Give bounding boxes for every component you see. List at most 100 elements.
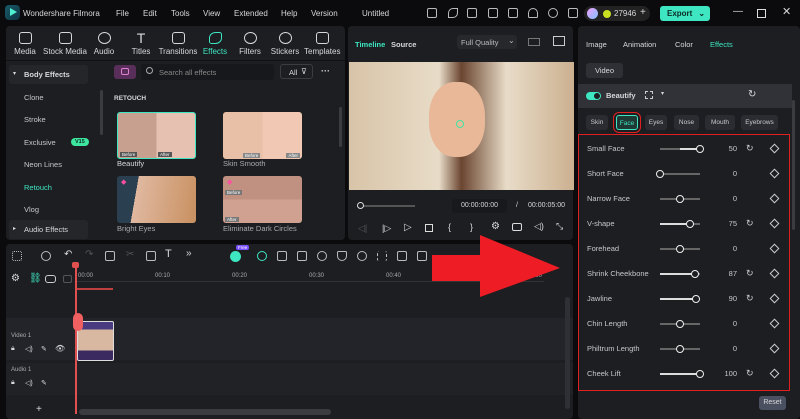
tool-media[interactable]: Media [10,32,40,56]
sidebar-item-vlog[interactable]: Vlog [24,205,39,214]
more-options-icon[interactable]: ··· [321,66,330,76]
slider-knob[interactable] [686,220,694,228]
slider-value[interactable]: 0 [733,194,737,203]
keyframe-diamond-icon[interactable] [769,168,780,179]
reset-button[interactable]: Reset [759,396,786,410]
ai-tool-icon[interactable] [257,251,267,261]
tool-effects[interactable]: Effects [202,32,228,56]
slider-value[interactable]: 0 [733,169,737,178]
tool-templates[interactable]: Templates [304,32,340,56]
playhead[interactable] [75,264,77,414]
sidebar-item-exclusive[interactable]: Exclusive [24,138,56,147]
sidebar-item-stroke[interactable]: Stroke [24,115,46,124]
track-visibility-icon[interactable]: 👁︎ [55,344,65,353]
track-lock-icon[interactable]: 🔒︎ [11,379,15,387]
slider-value[interactable]: 100 [724,369,737,378]
camera-icon[interactable] [512,223,522,231]
save-icon[interactable] [508,8,518,18]
keyframe-diamond-icon[interactable] [769,268,780,279]
slider-knob[interactable] [690,270,699,278]
menu-extended[interactable]: Extended [234,9,268,18]
sidebar-item-neon-lines[interactable]: Neon Lines [24,160,62,169]
settings-gear-icon[interactable]: ⚙ [491,221,500,232]
slider-track[interactable] [660,195,700,203]
scrubber-knob[interactable] [357,202,364,209]
monitor-icon[interactable] [488,8,498,18]
sidebar-scrollbar[interactable] [100,90,103,135]
slider-track[interactable] [656,170,700,178]
store-button[interactable] [114,65,136,79]
tool-stickers[interactable]: Stickers [270,32,300,56]
sidebar-item-retouch[interactable]: Retouch [24,183,52,192]
effect-card-skin-smooth[interactable]: Before After [223,112,302,159]
reset-icon[interactable]: ↻ [746,368,754,379]
tab-source[interactable]: Source [391,40,416,49]
tool-filters[interactable]: Filters [238,32,262,56]
close-icon[interactable]: ✕ [782,5,791,18]
undo-icon[interactable]: ↶ [64,249,72,260]
category-nose[interactable]: Nose [674,115,699,130]
playback-scrubber[interactable] [357,202,415,209]
subtab-video[interactable]: Video [586,63,623,78]
link-icon[interactable]: ⛓ [29,273,42,284]
filter-dropdown[interactable]: All ⊽ [280,64,313,79]
mark-out-icon[interactable]: } [470,222,473,232]
slider-value[interactable]: 87 [729,269,737,278]
video-preview[interactable] [349,62,574,190]
category-eyebrows[interactable]: Eyebrows [741,115,778,130]
slider-knob[interactable] [656,170,664,178]
minimize-icon[interactable]: — [733,6,743,17]
tab-color[interactable]: Color [675,40,693,49]
effect-card-bright-eyes[interactable]: ◆ [117,176,196,223]
vertical-scrollbar[interactable] [565,297,570,409]
slider-track[interactable] [660,145,704,153]
tool-transitions[interactable]: Transitions [158,32,198,56]
horizontal-scrollbar[interactable] [79,409,331,415]
stop-icon[interactable] [425,224,433,232]
inspector-scrollbar[interactable] [792,100,795,230]
redo-icon[interactable]: ↷ [85,249,93,260]
settings-gear-icon[interactable]: ⚙ [11,273,20,284]
prev-frame-icon[interactable]: ◁| [358,223,367,234]
slider-track[interactable] [660,295,700,303]
track-mute-icon[interactable]: ◁) [25,379,33,387]
crop-icon[interactable] [146,251,156,261]
tab-effects[interactable]: Effects [710,40,733,49]
category-mouth[interactable]: Mouth [705,115,735,130]
tab-animation[interactable]: Animation [623,40,656,49]
face-anchor-icon[interactable] [456,120,464,128]
group-body-effects[interactable]: ▾ Body Effects [9,65,88,84]
sidebar-item-clone[interactable]: Clone [24,93,44,102]
slider-value[interactable]: 0 [733,344,737,353]
tool-titles[interactable]: T Titles [128,31,154,56]
keyframe-diamond-icon[interactable] [769,293,780,304]
export-button[interactable]: Export ⌄ [660,6,710,21]
tab-timeline[interactable]: Timeline [355,40,385,49]
effect-toggle[interactable] [586,92,601,100]
play-icon[interactable]: ▷ [404,222,412,233]
menu-tools[interactable]: Tools [171,9,190,18]
track-effects-icon[interactable]: ✎ [41,379,47,387]
replace-clip-icon[interactable] [397,251,407,261]
credits-pill[interactable]: 27946 + [584,6,650,21]
select-tool-icon[interactable] [41,251,51,261]
search-input[interactable]: Search all effects [141,64,274,80]
slider-knob[interactable] [676,320,684,328]
track-mute-icon[interactable]: ◁) [25,345,33,353]
keyframe-diamond-icon[interactable] [769,368,780,379]
reset-icon[interactable]: ↻ [746,218,754,229]
add-track-icon[interactable] [45,275,56,283]
fit-icon[interactable] [417,251,427,261]
add-credits-icon[interactable]: + [640,7,646,18]
menu-version[interactable]: Version [311,9,338,18]
keyframe-diamond-icon[interactable] [769,343,780,354]
slider-value[interactable]: 75 [729,219,737,228]
slider-value[interactable]: 0 [733,319,737,328]
tab-image[interactable]: Image [586,40,607,49]
fullscreen-icon[interactable]: ⤡ [556,221,563,232]
browser-scrollbar[interactable] [339,107,342,147]
menu-help[interactable]: Help [281,9,297,18]
volume-icon[interactable]: ◁) [534,221,544,232]
slider-track[interactable] [660,245,700,253]
slider-knob[interactable] [676,195,684,203]
